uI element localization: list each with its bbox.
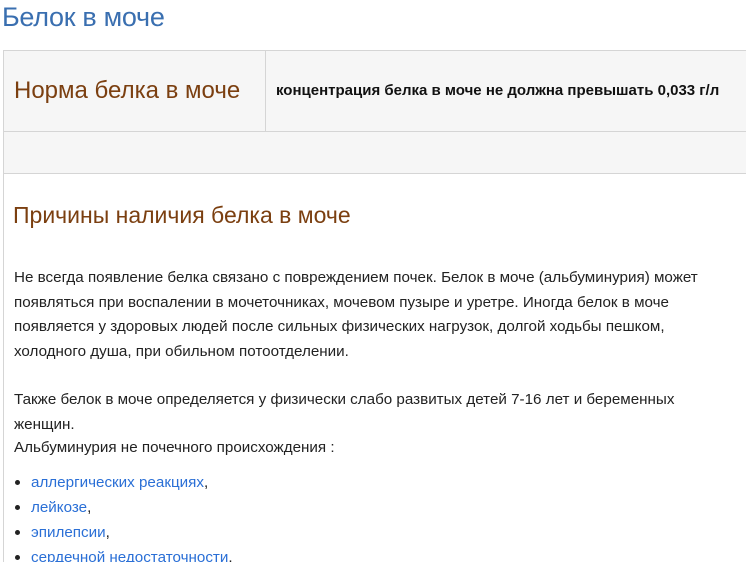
link-leukemia[interactable]: лейкозе: [31, 499, 87, 516]
causes-section: Причины наличия белка в моче Не всегда п…: [3, 172, 746, 562]
list-item-suffix: ,: [87, 499, 92, 516]
causes-paragraph-1: Не всегда появление белка связано с повр…: [14, 269, 698, 360]
list-item: сердечной недостаточности.: [14, 545, 233, 562]
causes-paragraph-3: Альбуминурия не почечного происхождения …: [14, 439, 335, 456]
norm-table: Норма белка в моче концентрация белка в …: [3, 50, 746, 174]
causes-heading: Причины наличия белка в моче: [13, 202, 351, 228]
bullet-icon: [15, 505, 20, 510]
list-item-suffix: .: [228, 549, 233, 562]
empty-cell: [3, 131, 746, 174]
list-item: лейкозе,: [14, 495, 233, 520]
bullet-icon: [15, 530, 20, 535]
norm-row: Норма белка в моче концентрация белка в …: [3, 50, 746, 132]
list-item: аллергических реакциях,: [14, 470, 233, 495]
list-item-suffix: ,: [105, 524, 110, 541]
causes-list: аллергических реакциях, лейкозе, эпилепс…: [14, 470, 233, 562]
bullet-icon: [15, 480, 20, 485]
page-title: Белок в моче: [2, 2, 165, 32]
causes-paragraph-2: Также белок в моче определяется у физиче…: [14, 391, 675, 433]
norm-heading-cell: Норма белка в моче: [3, 50, 266, 132]
norm-value-cell: концентрация белка в моче не должна прев…: [265, 50, 746, 132]
link-epilepsy[interactable]: эпилепсии: [31, 524, 106, 541]
link-heart-failure[interactable]: сердечной недостаточности: [31, 549, 228, 562]
norm-value: концентрация белка в моче не должна прев…: [276, 82, 720, 99]
list-item: эпилепсии,: [14, 520, 233, 545]
empty-row: [3, 131, 746, 174]
bullet-icon: [15, 555, 20, 560]
link-allergic-reactions[interactable]: аллергических реакциях: [31, 474, 204, 491]
norm-heading: Норма белка в моче: [14, 77, 241, 104]
list-item-suffix: ,: [203, 474, 209, 491]
